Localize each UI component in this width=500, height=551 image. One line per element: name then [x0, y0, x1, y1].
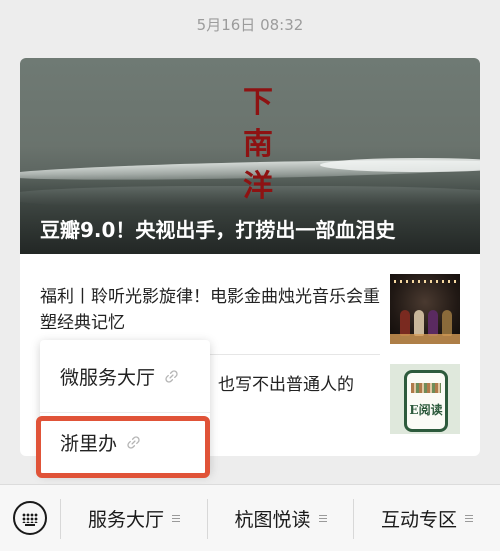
menu-label: 杭图悦读 — [234, 509, 311, 531]
menu-interaction-zone[interactable]: 互动专区 — [354, 485, 500, 551]
menu-hangtu-reading[interactable]: 杭图悦读 — [208, 485, 353, 551]
menu-item-micro-service-hall[interactable]: 微服务大厅 — [40, 348, 210, 404]
article-item-title: 也写不出普通人的 — [218, 375, 354, 395]
menu-icon — [318, 514, 327, 523]
highlight-box — [36, 416, 210, 478]
menu-service-hall[interactable]: 服务大厅 — [61, 485, 207, 551]
menu-icon — [465, 514, 473, 523]
bottom-menu-bar: 服务大厅 杭图悦读 互动专区 — [0, 484, 500, 551]
hero-title: 豆瓣9.0！央视出手，打捞出一部血泪史 — [40, 218, 396, 242]
article-item[interactable]: 福利丨聆听光影旋律！电影金曲烛光音乐会重塑经典记忆 — [20, 254, 480, 350]
hero-article[interactable]: 下南洋 豆瓣9.0！央视出手，打捞出一部血泪史 — [20, 58, 480, 254]
article-item-title: 福利丨聆听光影旋律！电影金曲烛光音乐会重塑经典记忆 — [40, 287, 380, 333]
concert-thumbnail — [390, 274, 460, 344]
menu-label: 服务大厅 — [87, 509, 164, 531]
menu-label: 互动专区 — [380, 509, 457, 531]
message-timestamp: 5月16日 08:32 — [196, 16, 304, 34]
hero-calligraphy: 下南洋 — [243, 85, 273, 204]
menu-item-label: 微服务大厅 — [60, 366, 156, 389]
keyboard-icon[interactable] — [13, 501, 47, 535]
e-reading-thumbnail: E阅读 — [390, 364, 460, 434]
link-icon — [165, 369, 178, 383]
menu-icon — [172, 514, 180, 523]
